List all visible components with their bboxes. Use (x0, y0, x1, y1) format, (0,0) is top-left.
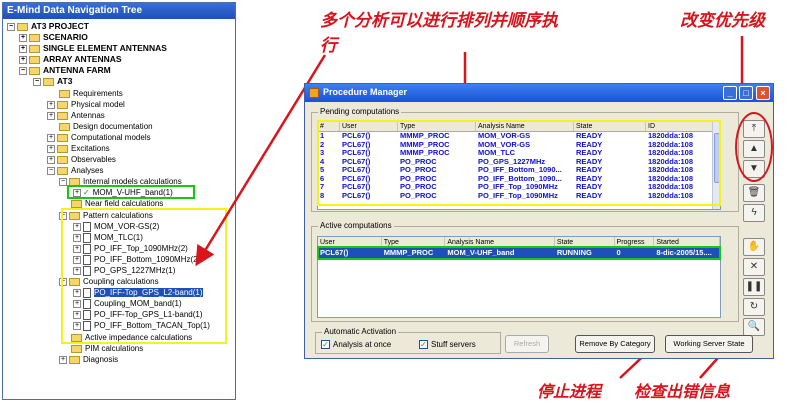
pause-button[interactable]: ❚❚ (743, 278, 765, 296)
close-button[interactable]: × (756, 86, 770, 100)
restart-icon[interactable]: ↻ (743, 298, 765, 316)
app-icon (309, 88, 319, 98)
window-title: Procedure Manager (323, 87, 408, 97)
stuff-servers-checkbox[interactable]: ✓ Stuff servers (419, 340, 476, 350)
active-label: Active computations (318, 221, 394, 230)
stop-button[interactable]: ✕ (743, 258, 765, 276)
automatic-activation-label: Automatic Activation (322, 327, 399, 336)
checkbox-checked-icon: ✓ (321, 340, 330, 350)
minimize-button[interactable]: _ (723, 86, 737, 100)
hand-icon[interactable]: ✋ (743, 238, 765, 256)
procedure-manager-window: Procedure Manager _ □ × Pending computat… (304, 83, 774, 359)
lightning-icon[interactable]: ϟ (743, 204, 765, 222)
working-server-state-button[interactable]: Working Server State (665, 335, 753, 353)
refresh-button[interactable]: Refresh (505, 335, 549, 353)
delete-icon[interactable]: 🗑 (743, 184, 765, 202)
pending-highlight-box (317, 120, 721, 206)
procedure-manager-titlebar: Procedure Manager _ □ × (305, 84, 773, 102)
checkbox-checked-icon: ✓ (419, 340, 428, 350)
maximize-button[interactable]: □ (739, 86, 753, 100)
priority-highlight-ellipse (735, 112, 773, 182)
pending-label: Pending computations (318, 107, 402, 116)
remove-by-category-button[interactable]: Remove By Category (575, 335, 655, 353)
analysis-at-once-checkbox[interactable]: ✓ Analysis at once (321, 340, 391, 350)
log-view-button[interactable]: 🔍 (743, 318, 765, 336)
active-highlight-box (317, 246, 721, 260)
